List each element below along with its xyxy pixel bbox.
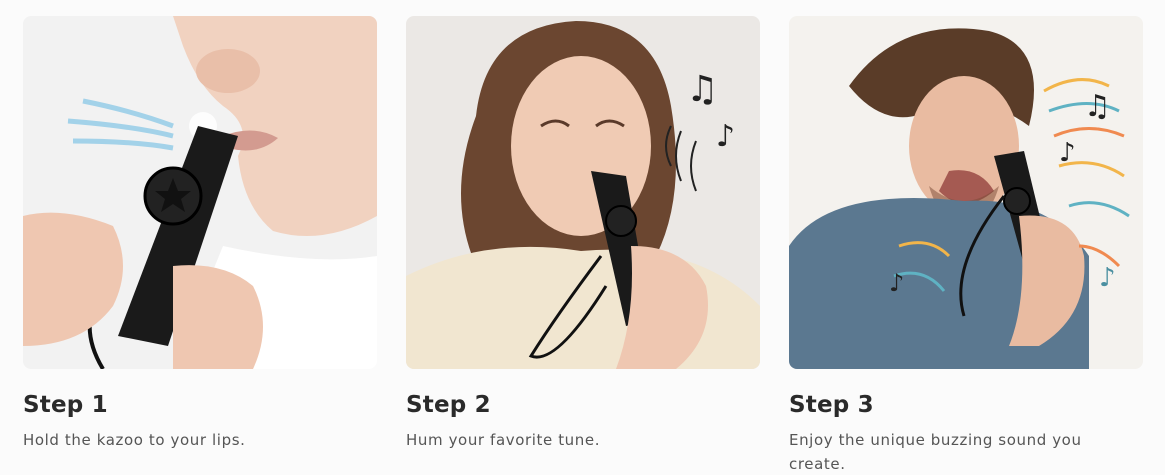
step-description: Enjoy the unique buzzing sound you creat…	[789, 431, 1082, 473]
steps-section: Step 1 Hold the kazoo to your lips. ♫ ♪ …	[0, 0, 1165, 475]
step-1-image	[23, 16, 377, 369]
step-card-2: ♫ ♪ Step 2 Hum your favorite tune.	[406, 16, 760, 452]
step-description: Hold the kazoo to your lips.	[23, 431, 246, 449]
step-title: Step 3	[789, 392, 874, 418]
step-card-3: ♫ ♪ ♪ ♪ Step 3 Enjoy the unique buzzing …	[789, 16, 1143, 475]
svg-text:♪: ♪	[889, 269, 904, 297]
svg-text:♪: ♪	[1059, 138, 1076, 168]
step-3-image: ♫ ♪ ♪ ♪	[789, 16, 1143, 369]
step-title: Step 1	[23, 392, 108, 418]
step-title: Step 2	[406, 392, 491, 418]
svg-text:♫: ♫	[1084, 89, 1111, 124]
step-2-image: ♫ ♪	[406, 16, 760, 369]
svg-text:♪: ♪	[716, 119, 735, 154]
svg-text:♪: ♪	[1099, 263, 1116, 293]
step-description: Hum your favorite tune.	[406, 431, 601, 449]
step-card-1: Step 1 Hold the kazoo to your lips.	[23, 16, 377, 452]
svg-text:♫: ♫	[686, 69, 718, 110]
